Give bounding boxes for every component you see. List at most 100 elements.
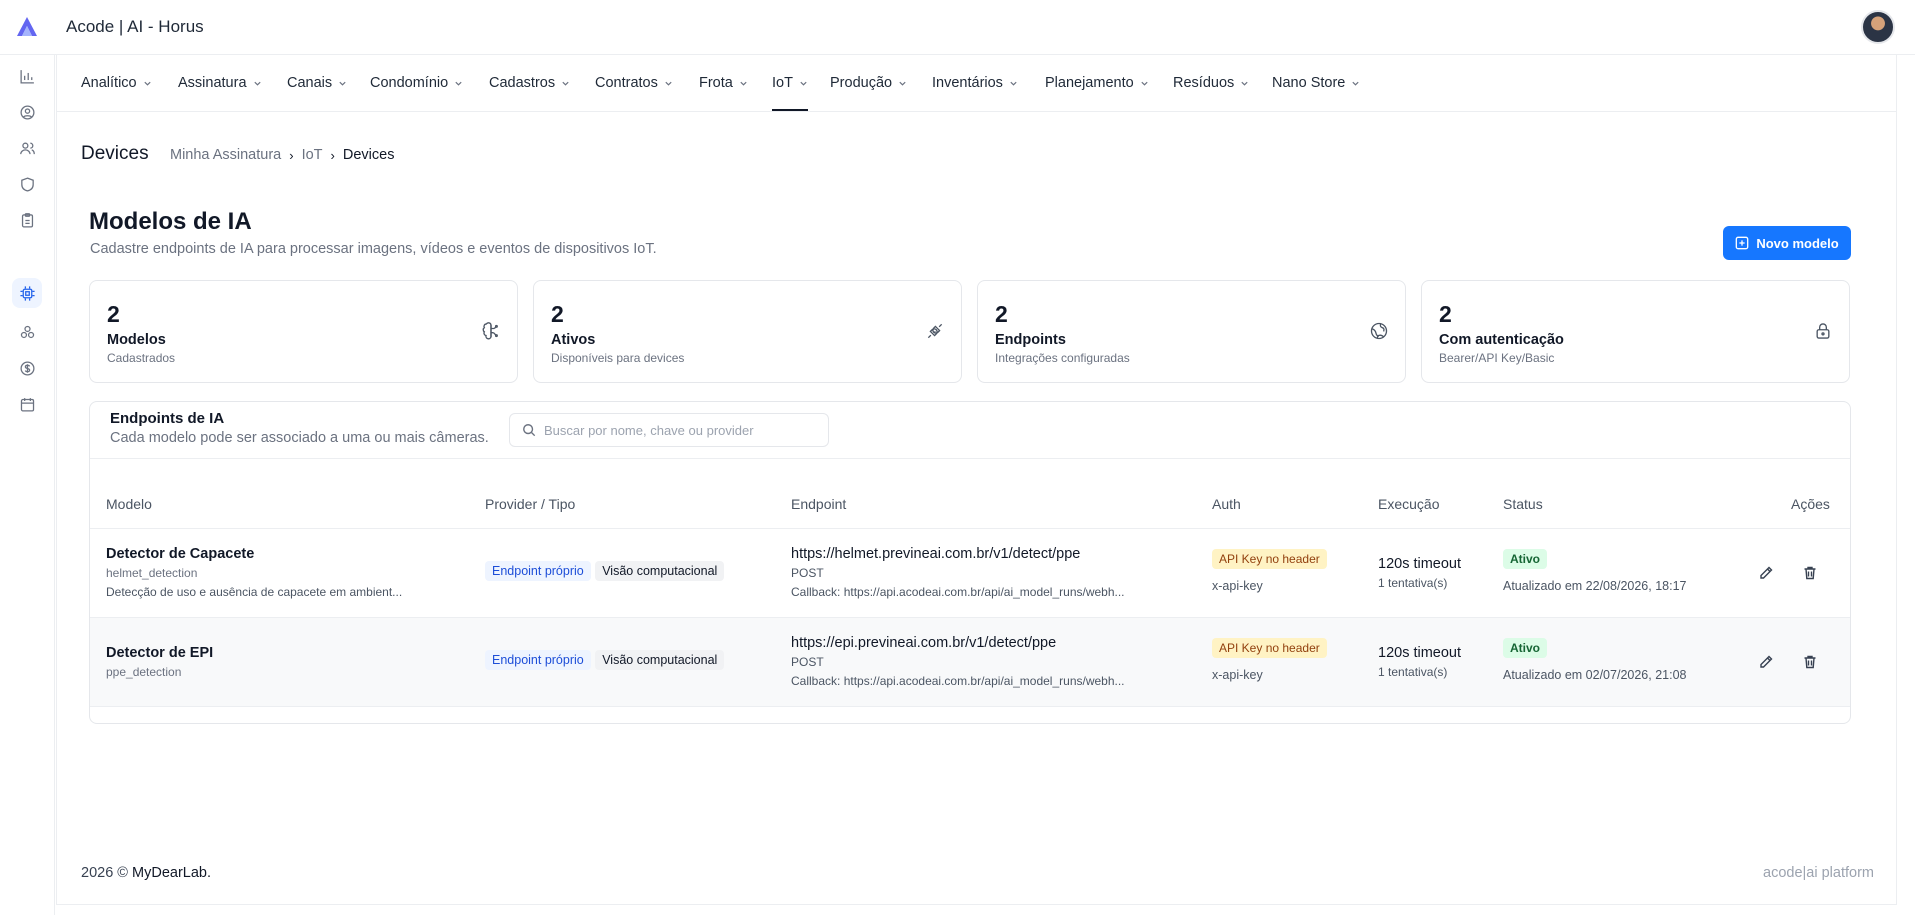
auth-badge: API Key no header	[1212, 638, 1327, 658]
stat-desc: Bearer/API Key/Basic	[1439, 351, 1555, 365]
user-circle-icon[interactable]	[16, 101, 38, 123]
section-title: Modelos de IA	[89, 208, 252, 235]
chevron-down-icon	[144, 81, 151, 86]
status-badge: Ativo	[1503, 549, 1547, 569]
table-row[interactable]: Detector de EPI ppe_detection Endpoint p…	[90, 618, 1850, 707]
users-icon[interactable]	[16, 137, 38, 159]
stat-desc: Integrações configuradas	[995, 351, 1130, 365]
cpu-icon[interactable]	[12, 278, 42, 308]
stat-card-modelos: 2 Modelos Cadastrados	[89, 280, 518, 383]
column-header-endpoint[interactable]: Endpoint	[791, 496, 846, 512]
auth-badge-wrap: API Key no header	[1212, 638, 1327, 658]
nav-item-contratos[interactable]: Contratos	[595, 75, 673, 91]
nav-label: Cadastros	[489, 75, 556, 91]
avatar[interactable]	[1861, 10, 1895, 44]
table-row[interactable]: Detector de Capacete helmet_detection De…	[90, 529, 1850, 618]
stat-label: Com autenticação	[1439, 332, 1564, 348]
search-box[interactable]	[509, 413, 829, 447]
plus-square-icon	[1735, 236, 1749, 250]
nav-item-condominio[interactable]: Condomínio	[370, 75, 463, 91]
chevron-right-icon: ›	[330, 147, 335, 163]
chevron-right-icon: ›	[289, 147, 294, 163]
chevron-down-icon	[740, 81, 747, 86]
stat-card-ativos: 2 Ativos Disponíveis para devices	[533, 280, 962, 383]
stat-value: 2	[995, 301, 1008, 327]
nav-item-cadastros[interactable]: Cadastros	[489, 75, 570, 91]
column-header-modelo[interactable]: Modelo	[106, 496, 152, 512]
footer-brand-link[interactable]: MyDearLab.	[132, 865, 211, 881]
logo-icon[interactable]	[15, 15, 39, 39]
execution-timeout: 120s timeout	[1378, 645, 1462, 661]
calendar-icon[interactable]	[16, 393, 38, 415]
nav-item-frota[interactable]: Frota	[699, 75, 748, 91]
chevron-down-icon	[899, 81, 906, 86]
stat-desc: Cadastrados	[107, 351, 176, 365]
column-header-status[interactable]: Status	[1503, 496, 1543, 512]
stat-label: Modelos	[107, 332, 166, 348]
nav-label: Produção	[830, 75, 893, 91]
nav-label: Resíduos	[1173, 75, 1235, 91]
model-name: Detector de EPI	[106, 645, 214, 661]
nav-item-nano-store[interactable]: Nano Store	[1272, 75, 1360, 91]
edit-button[interactable]	[1755, 562, 1777, 584]
nav-label: Inventários	[932, 75, 1003, 91]
boxes-icon[interactable]	[16, 321, 38, 343]
new-model-button[interactable]: Novo modelo	[1723, 226, 1851, 260]
nav-item-residuos[interactable]: Resíduos	[1173, 75, 1249, 91]
provider-tags: Endpoint próprio Visão computacional	[485, 561, 725, 581]
trash-icon	[1804, 566, 1816, 580]
chevron-down-icon	[1241, 81, 1248, 86]
provider-badge: Endpoint próprio	[485, 561, 591, 581]
column-header-execucao[interactable]: Execução	[1378, 496, 1439, 512]
new-model-label: Novo modelo	[1756, 235, 1839, 251]
nav-item-iot[interactable]: IoT	[772, 75, 808, 111]
nav-item-canais[interactable]: Canais	[287, 75, 347, 91]
delete-button[interactable]	[1799, 651, 1821, 673]
footer-platform: acode|ai platform	[1763, 865, 1874, 881]
plug-icon	[927, 323, 943, 339]
breadcrumb-link-assinatura[interactable]: Minha Assinatura	[170, 147, 281, 163]
nav-item-analitico[interactable]: Analítico	[81, 75, 152, 91]
stat-card-autenticacao: 2 Com autenticação Bearer/API Key/Basic	[1421, 280, 1850, 383]
nav-label: Nano Store	[1272, 75, 1346, 91]
chevron-down-icon	[562, 81, 569, 86]
panel-subtitle: Cada modelo pode ser associado a uma ou …	[110, 430, 489, 446]
type-badge: Visão computacional	[595, 561, 725, 581]
column-header-auth[interactable]: Auth	[1212, 496, 1241, 512]
column-header-provider[interactable]: Provider / Tipo	[485, 496, 575, 512]
execution-attempts: 1 tentativa(s)	[1378, 576, 1448, 590]
nav-label: Condomínio	[370, 75, 449, 91]
nav-item-assinatura[interactable]: Assinatura	[178, 75, 262, 91]
chevron-down-icon	[1141, 81, 1148, 86]
auth-key: x-api-key	[1212, 668, 1263, 682]
clipboard-icon[interactable]	[16, 209, 38, 231]
execution-attempts: 1 tentativa(s)	[1378, 665, 1448, 679]
nav-label: Contratos	[595, 75, 658, 91]
chevron-down-icon	[253, 81, 261, 86]
bar-chart-icon[interactable]	[16, 65, 38, 87]
nav-item-producao[interactable]: Produção	[830, 75, 907, 91]
chevron-down-icon	[1010, 81, 1017, 86]
delete-button[interactable]	[1799, 562, 1821, 584]
shield-icon[interactable]	[16, 173, 38, 195]
stat-value: 2	[107, 301, 120, 327]
pencil-icon	[1760, 655, 1773, 668]
column-header-acoes: Ações	[1791, 496, 1830, 512]
dollar-icon[interactable]	[16, 357, 38, 379]
breadcrumb-link-iot[interactable]: IoT	[302, 147, 323, 163]
search-input[interactable]	[544, 422, 814, 438]
nav-label: Assinatura	[178, 75, 247, 91]
nav-item-planejamento[interactable]: Planejamento	[1045, 75, 1149, 91]
table-header: Modelo Provider / Tipo Endpoint Auth Exe…	[90, 459, 1850, 529]
stat-label: Ativos	[551, 332, 596, 348]
stat-value: 2	[551, 301, 564, 327]
status-updated: Atualizado em 22/08/2026, 18:17	[1503, 579, 1687, 593]
chevron-down-icon	[1352, 81, 1359, 86]
panel-title: Endpoints de IA	[110, 410, 225, 427]
auth-badge-wrap: API Key no header	[1212, 549, 1327, 569]
nav-item-inventarios[interactable]: Inventários	[932, 75, 1018, 91]
edit-button[interactable]	[1755, 651, 1777, 673]
top-nav-menu: Analítico Assinatura Canais Condomínio C…	[57, 55, 1897, 112]
chevron-down-icon	[455, 81, 462, 86]
stat-desc: Disponíveis para devices	[551, 351, 685, 365]
